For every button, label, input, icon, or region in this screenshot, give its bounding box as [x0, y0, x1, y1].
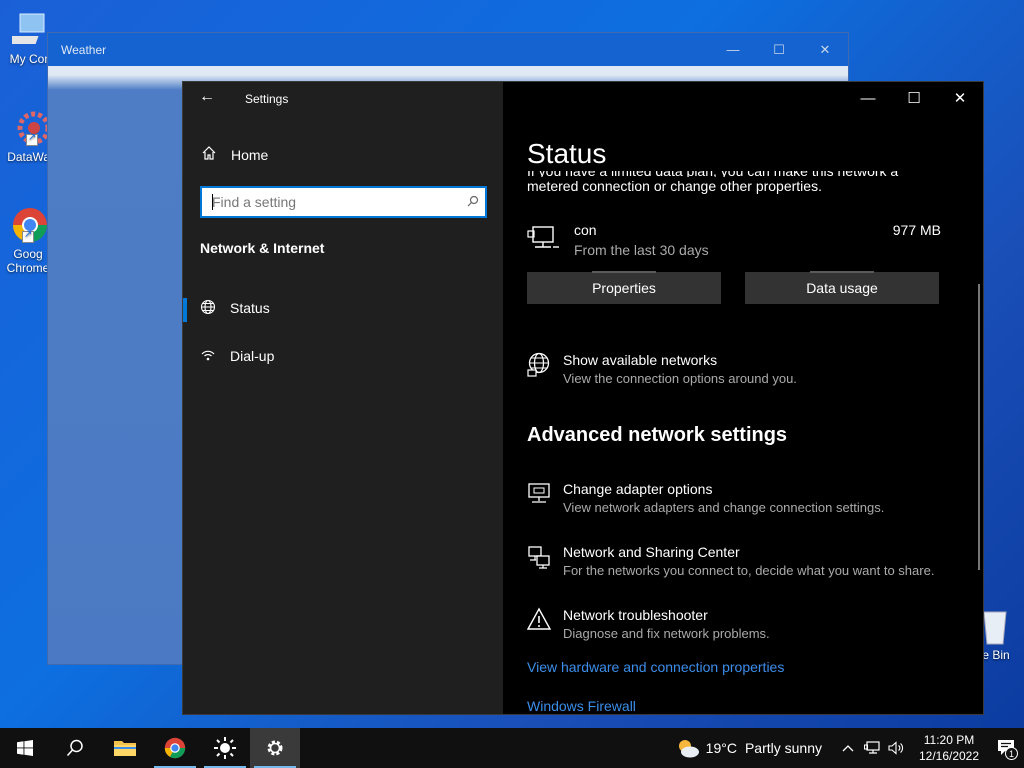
recycle-bin-icon — [980, 606, 1010, 646]
metered-text-line: metered connection or change other prope… — [527, 178, 822, 194]
search-icon — [66, 739, 83, 757]
desktop-icon-label: Goog Chrome — [6, 247, 50, 275]
weather-widget[interactable]: 19°C Partly sunny — [676, 737, 822, 759]
sharing-center-desc: For the networks you connect to, decide … — [563, 563, 935, 578]
settings-search[interactable] — [200, 186, 487, 218]
weather-temperature: 19°C — [705, 740, 737, 756]
close-button[interactable]: ✕ — [937, 82, 983, 114]
windows-firewall-link[interactable]: Windows Firewall — [527, 698, 636, 714]
weather-titlebar[interactable]: Weather ― ☐ ✕ — [48, 33, 848, 66]
sun-icon — [214, 737, 236, 759]
nav-item-label: Dial-up — [230, 348, 275, 364]
dial-up-icon — [200, 347, 216, 366]
nav-item-label: Status — [230, 300, 270, 316]
system-tray: 19°C Partly sunny 11:20 PM 12/16/2022 1 — [676, 728, 1024, 768]
data-used-value: 977 MB — [892, 222, 941, 238]
search-icon[interactable] — [461, 195, 485, 210]
adapter-options-desc: View network adapters and change connect… — [563, 500, 885, 515]
minimize-button[interactable]: ― — [710, 33, 756, 66]
sharing-center-icon — [527, 544, 553, 570]
clipped-text-line: If you have a limited data plan, you can… — [527, 171, 927, 177]
content-scrollbar[interactable] — [978, 284, 980, 570]
close-button[interactable]: ✕ — [802, 33, 848, 66]
connection-name: con — [574, 222, 597, 238]
weather-taskbar-button[interactable] — [200, 728, 250, 768]
weather-condition: Partly sunny — [744, 740, 822, 756]
back-arrow-icon[interactable]: ← — [199, 88, 215, 106]
speaker-icon — [888, 741, 903, 755]
ethernet-monitor-icon — [527, 225, 561, 255]
troubleshooter-label: Network troubleshooter — [563, 607, 708, 623]
show-hidden-icons-button[interactable] — [836, 728, 860, 768]
gear-icon — [267, 740, 283, 756]
settings-window-title: Settings — [245, 92, 289, 106]
warning-triangle-icon — [526, 607, 553, 633]
clock-date: 12/16/2022 — [918, 749, 980, 763]
notification-count-badge: 1 — [1005, 747, 1018, 760]
globe-network-icon — [527, 352, 553, 378]
home-icon — [201, 145, 217, 165]
partly-sunny-icon — [678, 740, 699, 758]
volume-tray-button[interactable] — [884, 728, 908, 768]
maximize-button[interactable]: ☐ — [756, 33, 802, 66]
nav-section-heading: Network & Internet — [200, 240, 325, 256]
data-usage-button[interactable]: Data usage — [745, 271, 939, 304]
minimize-button[interactable]: ― — [845, 82, 891, 114]
settings-content-pane: ― ☐ ✕ Status If you have a limited data … — [503, 82, 983, 714]
advanced-network-heading: Advanced network settings — [527, 424, 788, 446]
network-monitor-icon — [864, 741, 880, 754]
metered-connection-text: If you have a limited data plan, you can… — [527, 171, 927, 195]
folder-icon — [114, 741, 136, 756]
page-title: Status — [527, 138, 607, 169]
nav-item-dial-up[interactable]: Dial-up — [183, 336, 503, 376]
file-explorer-button[interactable] — [100, 728, 150, 768]
action-center-button[interactable]: 1 — [990, 728, 1024, 768]
troubleshooter-desc: Diagnose and fix network problems. — [563, 626, 770, 641]
weather-window-title: Weather — [61, 42, 107, 57]
adapter-options-label: Change adapter options — [563, 481, 713, 497]
clock-time: 11:20 PM — [923, 733, 975, 747]
maximize-button[interactable]: ☐ — [891, 82, 937, 114]
settings-window[interactable]: ← Settings Home Network & Internet Statu… — [182, 81, 984, 715]
chrome-taskbar-button[interactable] — [150, 728, 200, 768]
search-input[interactable] — [212, 194, 461, 210]
hardware-properties-link[interactable]: View hardware and connection properties — [527, 659, 784, 675]
search-taskbar-button[interactable] — [50, 728, 100, 768]
taskbar: 19°C Partly sunny 11:20 PM 12/16/2022 1 — [0, 728, 1024, 768]
nav-home[interactable]: Home — [201, 145, 268, 165]
sharing-center-label: Network and Sharing Center — [563, 544, 740, 560]
connection-period: From the last 30 days — [574, 242, 709, 258]
chrome-icon — [8, 205, 48, 245]
gear-app-icon — [12, 108, 52, 148]
show-networks-desc: View the connection options around you. — [563, 371, 797, 386]
settings-taskbar-button[interactable] — [250, 728, 300, 768]
nav-home-label: Home — [231, 147, 269, 163]
settings-window-controls: ― ☐ ✕ — [845, 82, 983, 114]
chrome-icon — [164, 737, 186, 759]
globe-icon — [200, 299, 216, 318]
start-button[interactable] — [0, 728, 50, 768]
computer-icon — [3, 10, 52, 50]
nav-item-status[interactable]: Status — [183, 288, 503, 328]
properties-button[interactable]: Properties — [527, 271, 721, 304]
network-adapter-icon — [527, 481, 553, 507]
chevron-up-icon — [842, 745, 854, 752]
weather-window-controls: ― ☐ ✕ — [710, 33, 848, 66]
network-tray-button[interactable] — [860, 728, 884, 768]
settings-nav-pane: ← Settings Home Network & Internet Statu… — [183, 82, 503, 714]
windows-logo-icon — [17, 740, 33, 756]
show-networks-label: Show available networks — [563, 352, 718, 368]
text-caret — [212, 194, 213, 210]
shortcut-arrow-icon — [22, 229, 34, 243]
taskbar-clock[interactable]: 11:20 PM 12/16/2022 — [914, 732, 984, 764]
shortcut-arrow-icon — [26, 132, 38, 146]
